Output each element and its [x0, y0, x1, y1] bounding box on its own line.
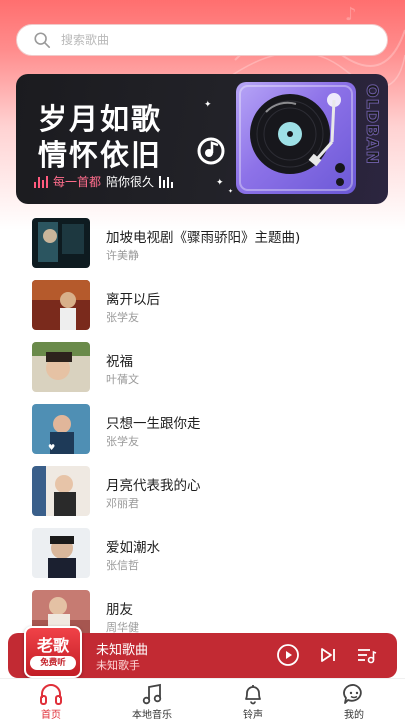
player-song-title: 未知歌曲 [96, 643, 149, 658]
turntable-illustration [236, 82, 356, 194]
promo-banner[interactable]: 岁月如歌 情怀依旧 每一首都 陪你很久 ✦ ✦ ✦ OLDBAN [16, 74, 388, 204]
play-icon[interactable] [276, 643, 300, 667]
album-cover [32, 528, 90, 578]
song-title: 离开以后 [106, 292, 160, 308]
tab-ringtones[interactable]: 铃声 [213, 679, 293, 720]
search-bar[interactable] [16, 24, 388, 56]
song-artist: 张信哲 [106, 559, 139, 572]
sparkle-icon: ✦ [216, 178, 224, 188]
album-cover [32, 466, 90, 516]
app-logo-title: 老歌 [36, 636, 69, 655]
song-title: 加坡电视剧《骤雨骄阳》主题曲) [106, 230, 301, 246]
tab-label: 本地音乐 [132, 710, 172, 720]
song-artist: 张学友 [106, 311, 139, 324]
song-artist: 叶蒨文 [106, 373, 139, 386]
album-cover [32, 218, 90, 268]
search-input[interactable] [61, 33, 341, 47]
tab-home[interactable]: 首页 [11, 679, 91, 720]
sparkle-icon: ✦ [204, 100, 212, 110]
banner-subtitle-a: 每一首都 [53, 175, 102, 189]
search-icon [34, 32, 51, 49]
banner-subtitle-b: 陪你很久 [106, 175, 155, 189]
bell-icon [245, 685, 261, 705]
app-logo-badge: 免费听 [30, 656, 76, 670]
album-cover [32, 280, 90, 330]
song-item[interactable]: 离开以后 张学友 [0, 274, 405, 336]
song-item[interactable]: 加坡电视剧《骤雨骄阳》主题曲) 许美静 [0, 212, 405, 274]
tab-mine[interactable]: 我的 [314, 679, 394, 720]
tab-label: 我的 [344, 710, 364, 720]
music-note-icon [142, 683, 162, 705]
song-item[interactable]: 爱如潮水 张信哲 [0, 522, 405, 584]
sparkle-icon: ✦ [228, 188, 234, 195]
song-artist: 张学友 [106, 435, 139, 448]
playlist-icon[interactable] [354, 643, 378, 667]
banner-subtitle: 每一首都 陪你很久 [34, 173, 174, 190]
song-title: 月亮代表我的心 [106, 478, 201, 494]
song-title: 祝福 [106, 354, 133, 370]
album-cover [32, 342, 90, 392]
player-artist: 未知歌手 [96, 659, 140, 672]
banner-vertical-text: OLDBAN [363, 84, 383, 166]
song-item[interactable]: 月亮代表我的心 邓丽君 [0, 460, 405, 522]
song-artist: 许美静 [106, 249, 139, 262]
next-track-icon[interactable] [316, 643, 340, 667]
tab-label: 首页 [41, 710, 61, 720]
song-title: 朋友 [106, 602, 133, 618]
song-item[interactable]: ♥ 只想一生跟你走 张学友 [0, 398, 405, 460]
svg-text:♪: ♪ [345, 4, 357, 25]
equalizer-icon [159, 175, 174, 188]
app-logo[interactable]: 老歌 免费听 [24, 626, 82, 678]
chat-face-icon [343, 684, 362, 704]
album-cover: ♥ [32, 404, 90, 454]
tab-label: 铃声 [243, 710, 263, 720]
music-logo-icon [197, 137, 225, 165]
headphones-icon [40, 684, 62, 705]
bottom-tab-bar: 首页 本地音乐 铃声 我的 [0, 678, 405, 720]
svg-text:♥: ♥ [48, 443, 55, 452]
song-title: 爱如潮水 [106, 540, 160, 556]
equalizer-icon [34, 175, 48, 188]
banner-title-line2: 情怀依旧 [38, 138, 163, 172]
mini-player[interactable]: 老歌 免费听 未知歌曲 未知歌手 [8, 626, 397, 678]
song-title: 只想一生跟你走 [106, 416, 201, 432]
song-item[interactable]: 祝福 叶蒨文 [0, 336, 405, 398]
song-artist: 邓丽君 [106, 497, 139, 510]
tab-local-music[interactable]: 本地音乐 [112, 679, 192, 720]
